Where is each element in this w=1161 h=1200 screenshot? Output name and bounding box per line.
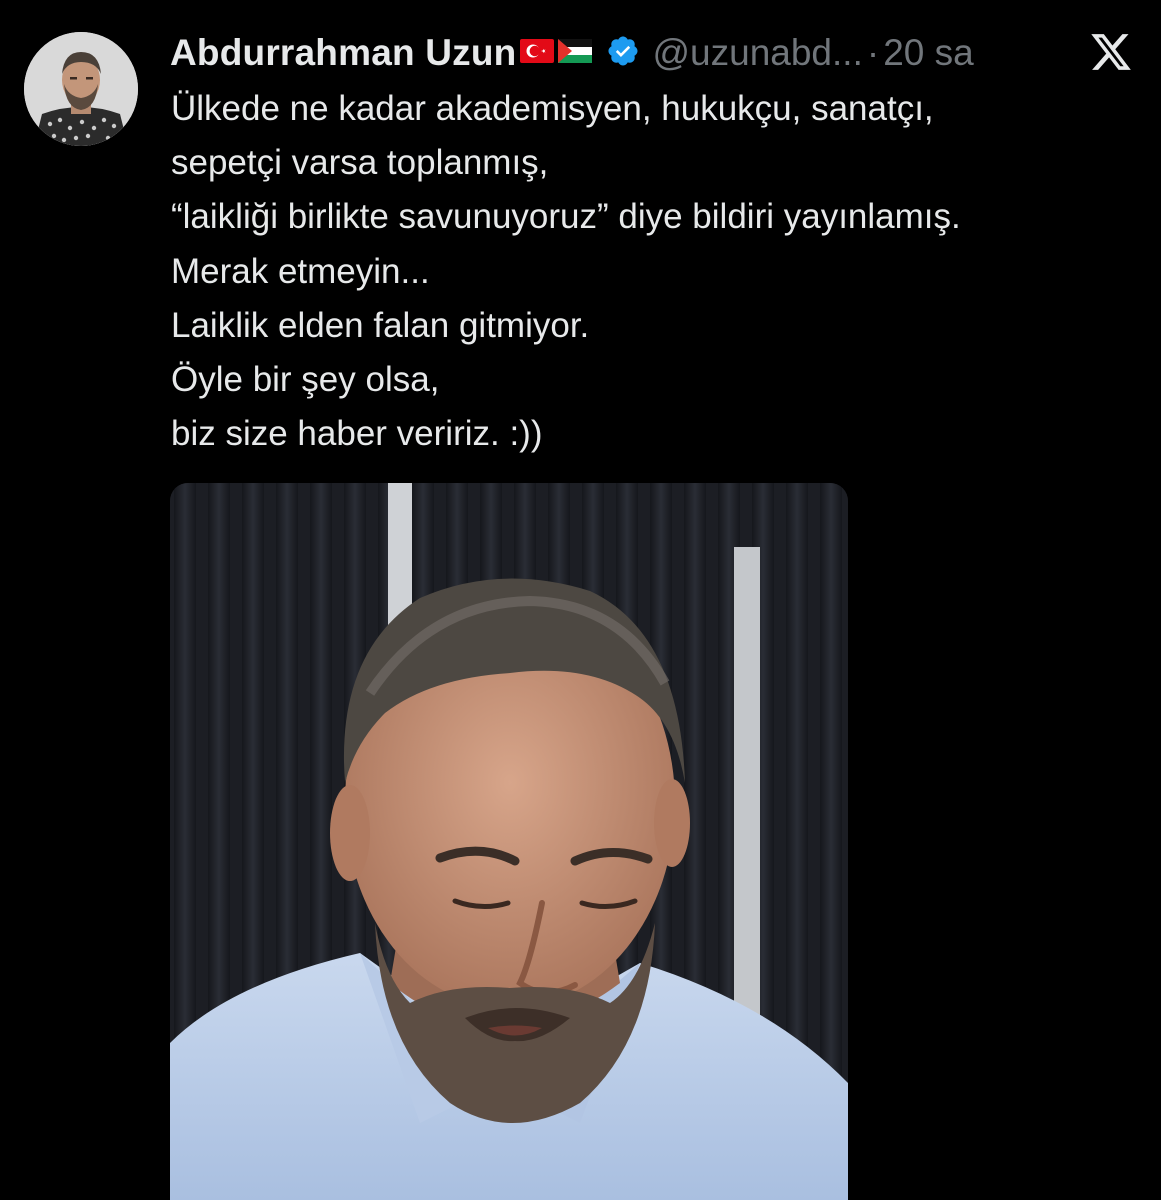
verified-badge-icon[interactable]: [606, 34, 640, 73]
tweet-text-line: Merak etmeyin...: [171, 251, 430, 291]
author-handle[interactable]: @uzunabd...: [652, 32, 862, 74]
tweet-text-line: Öyle bir şey olsa,: [171, 360, 440, 400]
x-logo-icon: [1088, 30, 1134, 74]
tweet-text-line: biz size haber veririz. :)): [171, 414, 543, 454]
turkey-flag-icon: [520, 38, 555, 68]
tweet-header: Abdurrahman Uzun @uzunabd... · 20 sa: [170, 26, 974, 80]
tweet-text: Ülkede ne kadar akademisyen, hukukçu, sa…: [171, 82, 1151, 461]
tweet-time[interactable]: 20 sa: [883, 32, 974, 74]
tweet-video[interactable]: [170, 483, 848, 1200]
avatar[interactable]: [24, 32, 138, 146]
tweet-text-line: Ülkede ne kadar akademisyen, hukukçu, sa…: [171, 89, 934, 128]
tweet-text-line: Laiklik elden falan gitmiyor.: [171, 305, 590, 345]
palestine-flag-icon: [558, 38, 593, 68]
tweet-text-line: sepetçi varsa toplanmış,: [171, 143, 549, 183]
separator-dot: ·: [866, 32, 880, 73]
tweet-text-line: “laikliği birlikte savunuyoruz” diye bil…: [171, 197, 961, 237]
tweet: Abdurrahman Uzun @uzunabd... · 20 sa Ülk…: [0, 0, 1161, 1200]
author-name[interactable]: Abdurrahman Uzun: [170, 32, 516, 74]
